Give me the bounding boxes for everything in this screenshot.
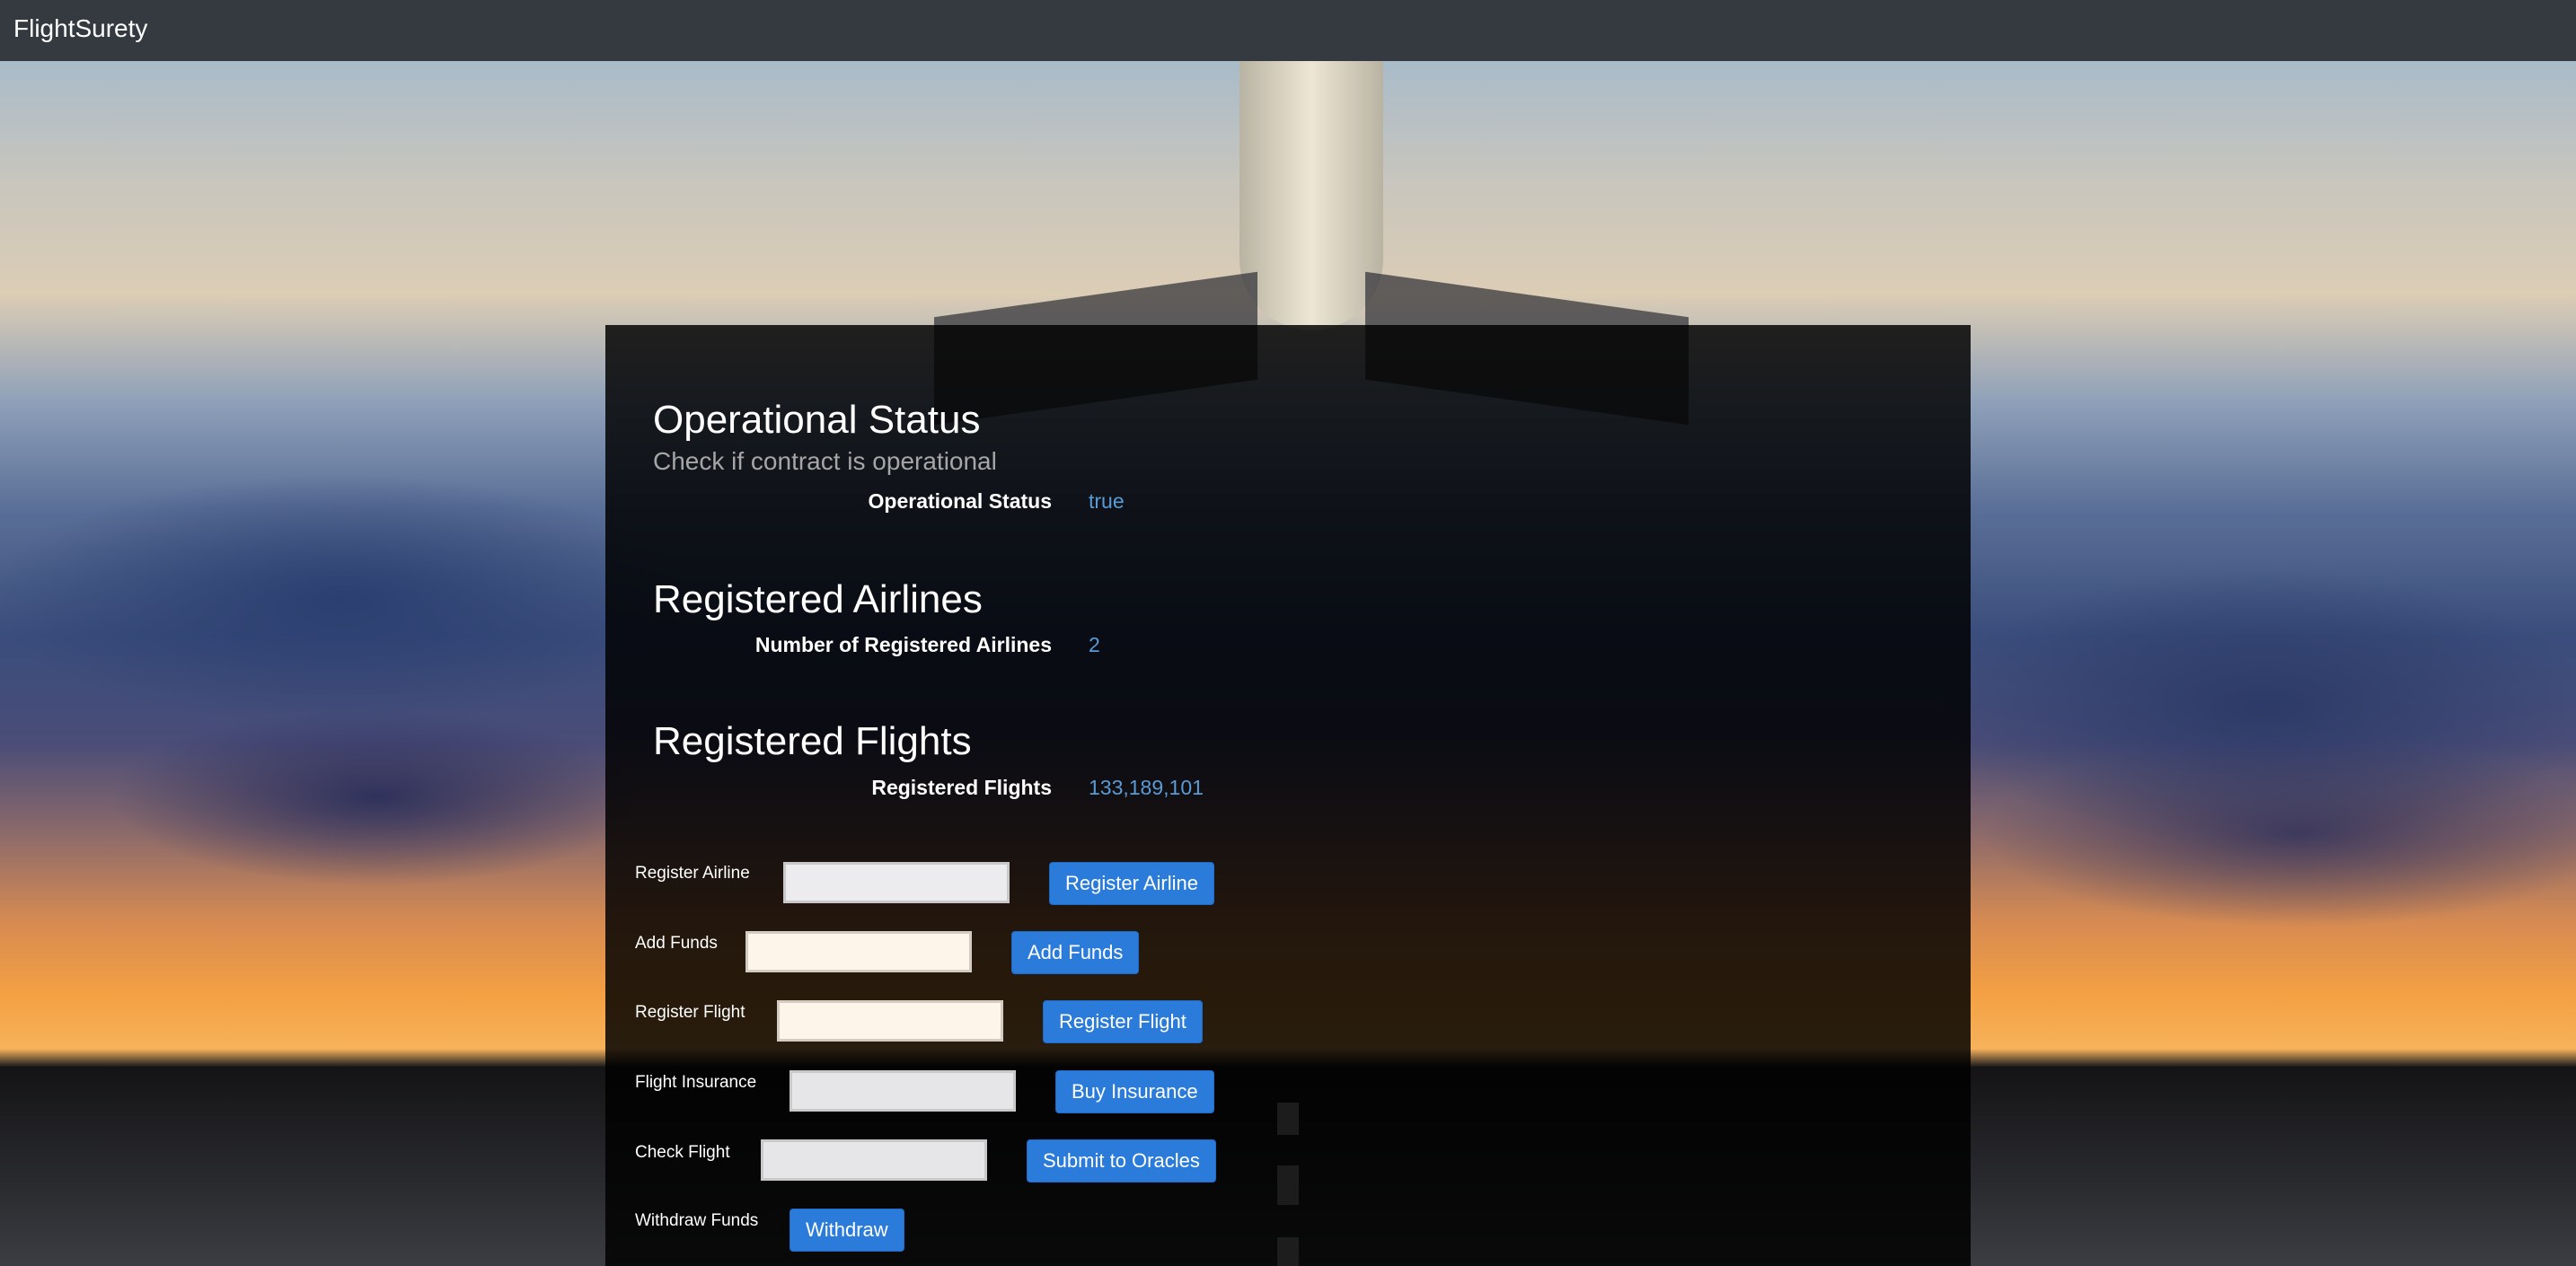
operational-status-value: true xyxy=(1089,489,1125,513)
withdraw-funds-label: Withdraw Funds xyxy=(635,1211,759,1230)
buy-insurance-button[interactable]: Buy Insurance xyxy=(1055,1070,1214,1113)
registered-flights-label: Registered Flights xyxy=(871,776,1052,799)
register-flight-button[interactable]: Register Flight xyxy=(1043,1000,1203,1043)
operational-status-label: Operational Status xyxy=(868,489,1052,513)
add-funds-label: Add Funds xyxy=(635,934,718,953)
registered-airlines-title: Registered Airlines xyxy=(653,577,983,621)
add-funds-button[interactable]: Add Funds xyxy=(1011,931,1140,974)
operational-status-subtitle: Check if contract is operational xyxy=(653,447,997,475)
register-airline-input[interactable] xyxy=(783,862,1010,903)
registered-airlines-value: 2 xyxy=(1089,633,1100,656)
submit-to-oracles-button[interactable]: Submit to Oracles xyxy=(1027,1139,1216,1182)
register-flight-label: Register Flight xyxy=(635,1003,745,1022)
register-airline-label: Register Airline xyxy=(635,864,750,883)
operational-status-title: Operational Status xyxy=(653,398,981,442)
flight-insurance-label: Flight Insurance xyxy=(635,1073,757,1092)
main-panel: Operational Status Check if contract is … xyxy=(605,325,1971,1266)
registered-flights-title: Registered Flights xyxy=(653,719,972,763)
navbar: FlightSurety xyxy=(0,0,2576,61)
check-flight-label: Check Flight xyxy=(635,1143,730,1162)
withdraw-button[interactable]: Withdraw xyxy=(790,1209,904,1252)
register-flight-input[interactable] xyxy=(777,1000,1003,1042)
add-funds-input[interactable] xyxy=(745,931,972,972)
register-airline-button[interactable]: Register Airline xyxy=(1049,862,1214,905)
registered-airlines-label: Number of Registered Airlines xyxy=(754,633,1052,656)
flight-insurance-input[interactable] xyxy=(790,1070,1016,1112)
navbar-brand[interactable]: FlightSurety xyxy=(13,13,147,45)
airplane-graphic xyxy=(1239,61,1383,330)
check-flight-input[interactable] xyxy=(761,1139,987,1181)
registered-flights-value: 133,189,101 xyxy=(1089,776,1204,799)
